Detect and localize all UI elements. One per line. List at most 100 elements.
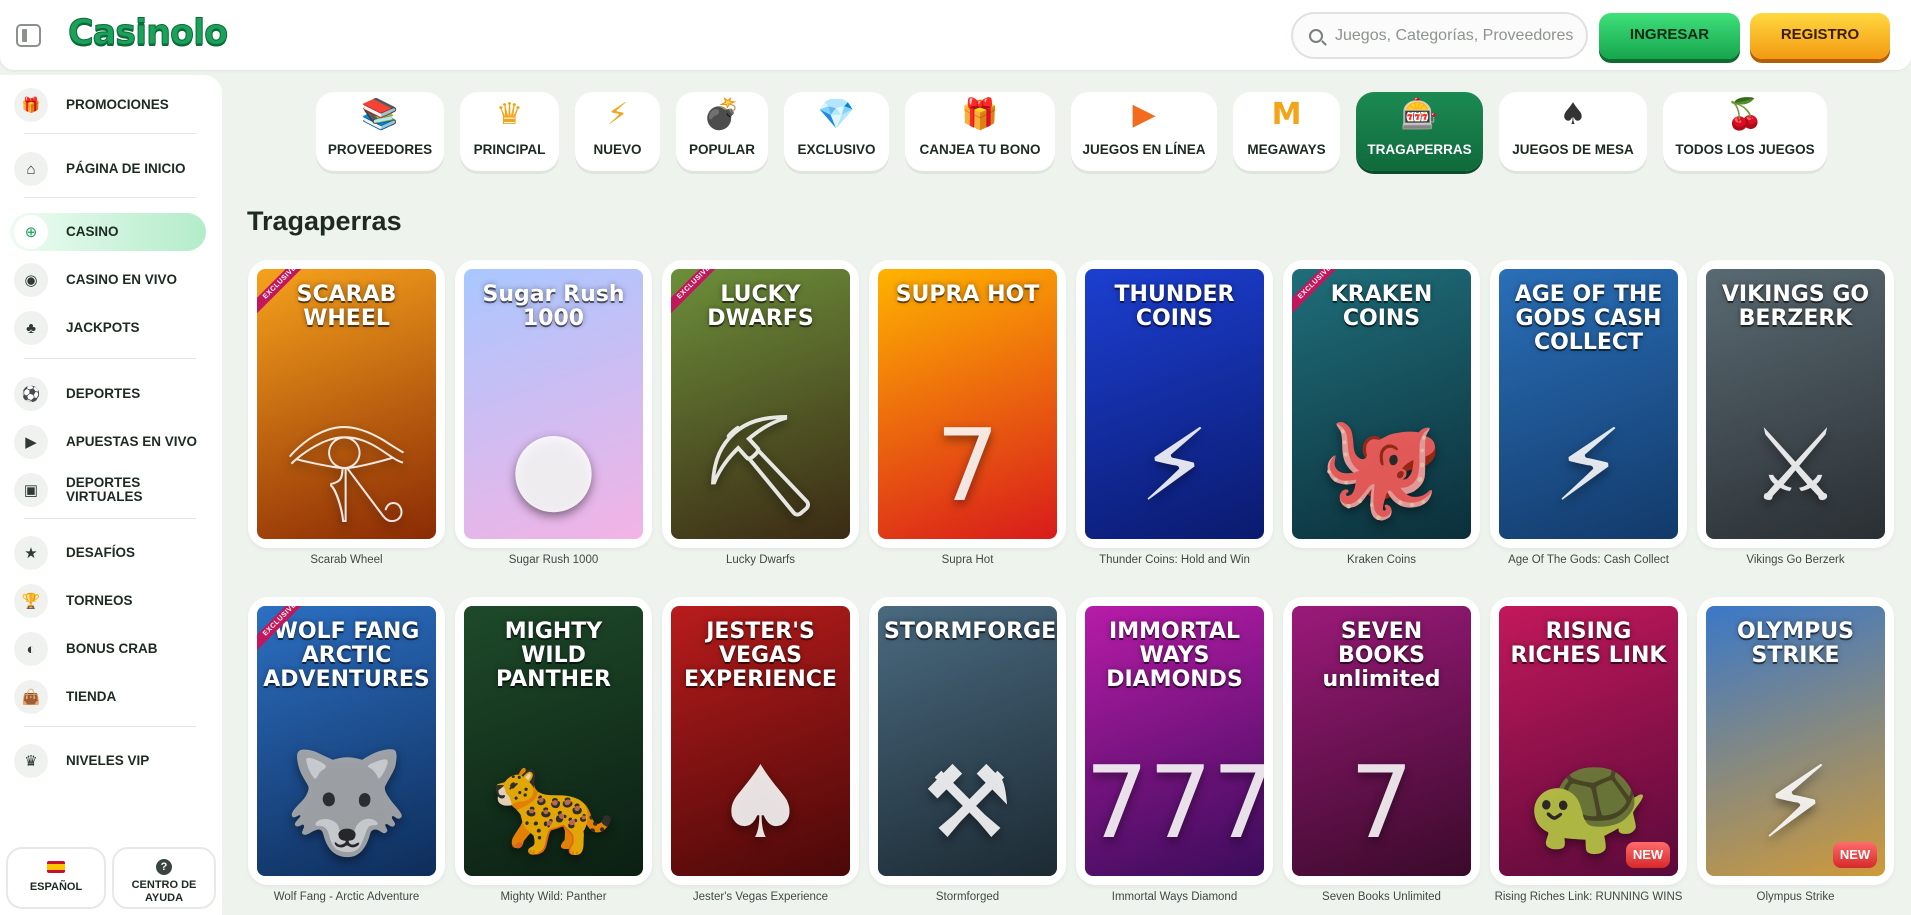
game-name[interactable]: Lucky Dwarfs bbox=[662, 554, 859, 566]
game-tile[interactable]: RISING RICHES LINK 🐢 NEW Rising Riches Link… bbox=[1490, 597, 1687, 915]
game-card[interactable]: SUPRA HOT 7 bbox=[869, 260, 1066, 548]
game-card[interactable]: AGE OF THE GODS CASH COLLECT ⚡ bbox=[1490, 260, 1687, 548]
game-name[interactable]: Jester's Vegas Experience bbox=[662, 891, 859, 903]
sidebar-item-pagina-de-inicio[interactable]: ⌂ PÁGINA DE INICIO bbox=[10, 150, 206, 188]
sidebar-item-apuestas-en-vivo[interactable]: ▶ APUESTAS EN VIVO bbox=[10, 423, 206, 461]
game-thumbnail[interactable]: LUCKY DWARFS ⛏ EXCLUSIVE bbox=[671, 269, 850, 539]
game-thumbnail[interactable]: THUNDER COINS ⚡ bbox=[1085, 269, 1264, 539]
game-thumbnail[interactable]: WOLF FANG ARCTIC ADVENTURES 🐺 EXCLUSIVE bbox=[257, 606, 436, 876]
game-tile[interactable]: KRAKEN COINS 🐙 EXCLUSIVE Kraken Coins bbox=[1283, 260, 1480, 594]
category-tab-principal[interactable]: ♛ PRINCIPAL bbox=[460, 92, 559, 171]
game-name[interactable]: Thunder Coins: Hold and Win bbox=[1076, 554, 1273, 566]
category-tab-popular[interactable]: 💣 POPULAR bbox=[676, 92, 768, 171]
game-thumbnail[interactable]: VIKINGS GO BERZERK ⚔ bbox=[1706, 269, 1885, 539]
category-tab-tragaperras[interactable]: 🎰 TRAGAPERRAS bbox=[1356, 92, 1483, 171]
game-tile[interactable]: VIKINGS GO BERZERK ⚔ Vikings Go Berzerk bbox=[1697, 260, 1894, 594]
game-name[interactable]: Supra Hot bbox=[869, 554, 1066, 566]
game-card[interactable]: RISING RICHES LINK 🐢 NEW bbox=[1490, 597, 1687, 885]
casinolo-logo[interactable]: Casinolo bbox=[67, 13, 228, 54]
game-name[interactable]: Mighty Wild: Panther bbox=[455, 891, 652, 903]
game-name[interactable]: Scarab Wheel bbox=[248, 554, 445, 566]
sidebar-item-jackpots[interactable]: ♣ JACKPOTS bbox=[10, 309, 206, 347]
game-thumbnail[interactable]: JESTER'S VEGAS EXPERIENCE ♠ bbox=[671, 606, 850, 876]
game-tile[interactable]: LUCKY DWARFS ⛏ EXCLUSIVE Lucky Dwarfs bbox=[662, 260, 859, 594]
category-tab-exclusivo[interactable]: 💎 EXCLUSIVO bbox=[784, 92, 889, 171]
sidebar-item-label: TIENDA bbox=[66, 689, 117, 704]
game-card[interactable]: KRAKEN COINS 🐙 EXCLUSIVE bbox=[1283, 260, 1480, 548]
game-thumbnail[interactable]: OLYMPUS STRIKE ⚡ NEW bbox=[1706, 606, 1885, 876]
sidebar-item-promociones[interactable]: 🎁 PROMOCIONES bbox=[10, 86, 206, 124]
game-thumbnail[interactable]: IMMORTAL WAYS DIAMONDS 777 bbox=[1085, 606, 1264, 876]
game-tile[interactable]: SEVEN BOOKS unlimited 7 Seven Books Unlimi… bbox=[1283, 597, 1480, 915]
game-tile[interactable]: THUNDER COINS ⚡ Thunder Coins: Hold and Wi… bbox=[1076, 260, 1273, 594]
game-name[interactable]: Wolf Fang - Arctic Adventure bbox=[248, 891, 445, 903]
login-button[interactable]: INGRESAR bbox=[1599, 13, 1740, 59]
game-art-title: IMMORTAL WAYS DIAMONDS bbox=[1106, 619, 1243, 692]
game-tile[interactable]: IMMORTAL WAYS DIAMONDS 777 Immortal Ways D… bbox=[1076, 597, 1273, 915]
game-card[interactable]: SCARAB WHEEL 𓂀 EXCLUSIVE bbox=[248, 260, 445, 548]
game-card[interactable]: MIGHTY WILD PANTHER 🐆 bbox=[455, 597, 652, 885]
game-name[interactable]: Vikings Go Berzerk bbox=[1697, 554, 1894, 566]
game-card[interactable]: STORMFORGED ⚒ bbox=[869, 597, 1066, 885]
gift-box-icon: 🎁 bbox=[961, 97, 999, 132]
game-thumbnail[interactable]: KRAKEN COINS 🐙 EXCLUSIVE bbox=[1292, 269, 1471, 539]
category-tab-todos-los-juegos[interactable]: 🍒 TODOS LOS JUEGOS bbox=[1663, 92, 1827, 171]
sidebar-item-tienda[interactable]: 👜 TIENDA bbox=[10, 678, 206, 716]
game-thumbnail[interactable]: STORMFORGED ⚒ bbox=[878, 606, 1057, 876]
game-card[interactable]: SEVEN BOOKS unlimited 7 bbox=[1283, 597, 1480, 885]
sidebar-toggle-icon[interactable] bbox=[16, 24, 41, 47]
sidebar-item-desafios[interactable]: ★ DESAFÍOS bbox=[10, 534, 206, 572]
game-card[interactable]: VIKINGS GO BERZERK ⚔ bbox=[1697, 260, 1894, 548]
game-name[interactable]: Kraken Coins bbox=[1283, 554, 1480, 566]
game-card[interactable]: OLYMPUS STRIKE ⚡ NEW bbox=[1697, 597, 1894, 885]
category-tab-nuevo[interactable]: ⚡ NUEVO bbox=[575, 92, 660, 171]
language-selector[interactable]: ESPAÑOL bbox=[6, 847, 106, 909]
game-name[interactable]: Sugar Rush 1000 bbox=[455, 554, 652, 566]
game-thumbnail[interactable]: Sugar Rush 1000 ● bbox=[464, 269, 643, 539]
category-tab-megaways[interactable]: M MEGAWAYS bbox=[1233, 92, 1340, 171]
category-tab-proveedores[interactable]: 📚 PROVEEDORES bbox=[316, 92, 444, 171]
category-tab-canjea-tu-bono[interactable]: 🎁 CANJEA TU BONO bbox=[905, 92, 1055, 171]
game-tile[interactable]: OLYMPUS STRIKE ⚡ NEW Olympus Strike bbox=[1697, 597, 1894, 915]
game-name[interactable]: Stormforged bbox=[869, 891, 1066, 903]
game-name[interactable]: Age Of The Gods: Cash Collect bbox=[1490, 554, 1687, 566]
game-name[interactable]: Olympus Strike bbox=[1697, 891, 1894, 903]
game-name[interactable]: Immortal Ways Diamond bbox=[1076, 891, 1273, 903]
sidebar-item-deportes[interactable]: ⚽ DEPORTES bbox=[10, 375, 206, 413]
game-tile[interactable]: WOLF FANG ARCTIC ADVENTURES 🐺 EXCLUSIVE Wol… bbox=[248, 597, 445, 915]
sidebar-item-bonus-crab[interactable]: ◐ BONUS CRAB bbox=[10, 630, 206, 668]
game-thumbnail[interactable]: RISING RICHES LINK 🐢 NEW bbox=[1499, 606, 1678, 876]
help-center-button[interactable]: ? CENTRO DE AYUDA bbox=[112, 847, 216, 909]
game-card[interactable]: LUCKY DWARFS ⛏ EXCLUSIVE bbox=[662, 260, 859, 548]
register-button[interactable]: REGISTRO bbox=[1750, 13, 1890, 59]
game-tile[interactable]: JESTER'S VEGAS EXPERIENCE ♠ Jester's Vegas… bbox=[662, 597, 859, 915]
sidebar-item-casino[interactable]: ⊕ CASINO bbox=[10, 213, 206, 251]
game-tile[interactable]: AGE OF THE GODS CASH COLLECT ⚡ Age Of The … bbox=[1490, 260, 1687, 594]
game-tile[interactable]: MIGHTY WILD PANTHER 🐆 Mighty Wild: Panther bbox=[455, 597, 652, 915]
search-bar[interactable] bbox=[1291, 12, 1588, 59]
game-tile[interactable]: SCARAB WHEEL 𓂀 EXCLUSIVE Scarab Wheel bbox=[248, 260, 445, 594]
sidebar-item-torneos[interactable]: 🏆 TORNEOS bbox=[10, 582, 206, 620]
game-thumbnail[interactable]: AGE OF THE GODS CASH COLLECT ⚡ bbox=[1499, 269, 1678, 539]
game-thumbnail[interactable]: SCARAB WHEEL 𓂀 EXCLUSIVE bbox=[257, 269, 436, 539]
sidebar-item-casino-en-vivo[interactable]: ◉ CASINO EN VIVO bbox=[10, 261, 206, 299]
game-tile[interactable]: STORMFORGED ⚒ Stormforged bbox=[869, 597, 1066, 915]
category-tab-juegos-en-linea[interactable]: ▶ JUEGOS EN LÍNEA bbox=[1071, 92, 1217, 171]
search-input[interactable] bbox=[1335, 26, 1575, 45]
game-card[interactable]: JESTER'S VEGAS EXPERIENCE ♠ bbox=[662, 597, 859, 885]
game-thumbnail[interactable]: MIGHTY WILD PANTHER 🐆 bbox=[464, 606, 643, 876]
game-tile[interactable]: Sugar Rush 1000 ● Sugar Rush 1000 bbox=[455, 260, 652, 594]
game-card[interactable]: WOLF FANG ARCTIC ADVENTURES 🐺 EXCLUSIVE bbox=[248, 597, 445, 885]
virtual-sports-icon: ▣ bbox=[14, 473, 48, 507]
game-card[interactable]: IMMORTAL WAYS DIAMONDS 777 bbox=[1076, 597, 1273, 885]
game-thumbnail[interactable]: SEVEN BOOKS unlimited 7 bbox=[1292, 606, 1471, 876]
game-name[interactable]: Seven Books Unlimited bbox=[1283, 891, 1480, 903]
game-card[interactable]: Sugar Rush 1000 ● bbox=[455, 260, 652, 548]
game-card[interactable]: THUNDER COINS ⚡ bbox=[1076, 260, 1273, 548]
category-tab-juegos-de-mesa[interactable]: ♠ JUEGOS DE MESA bbox=[1499, 92, 1647, 171]
game-tile[interactable]: SUPRA HOT 7 Supra Hot bbox=[869, 260, 1066, 594]
sidebar-item-deportes-virtuales[interactable]: ▣ DEPORTES VIRTUALES bbox=[10, 471, 206, 509]
game-name[interactable]: Rising Riches Link: RUNNING WINS bbox=[1490, 891, 1687, 903]
sidebar-item-niveles-vip[interactable]: ♛ NIVELES VIP bbox=[10, 742, 206, 780]
game-thumbnail[interactable]: SUPRA HOT 7 bbox=[878, 269, 1057, 539]
